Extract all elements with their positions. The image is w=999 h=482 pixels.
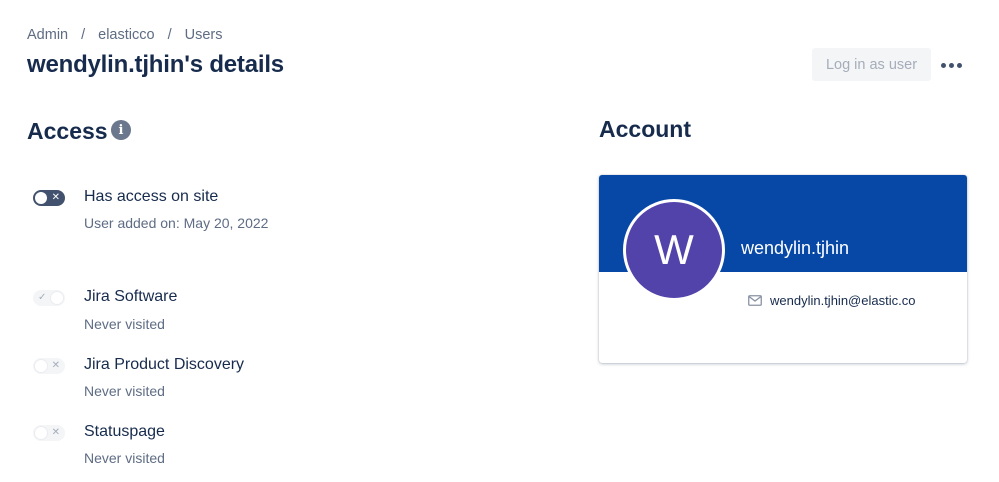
- statuspage-toggle[interactable]: ✕: [33, 425, 65, 441]
- jira-product-discovery-toggle[interactable]: ✕: [33, 358, 65, 374]
- page-title: wendylin.tjhin's details: [27, 51, 284, 78]
- mail-icon: [748, 295, 762, 306]
- statuspage-label: Statuspage: [84, 423, 165, 440]
- access-section-title: Access: [27, 118, 108, 144]
- jira-software-toggle[interactable]: ✓: [33, 290, 65, 306]
- breadcrumb-separator: /: [167, 27, 172, 43]
- has-access-on-site-label: Has access on site: [84, 188, 219, 205]
- jira-software-label: Jira Software: [84, 288, 178, 305]
- log-in-as-user-button[interactable]: Log in as user: [812, 48, 931, 81]
- avatar: W: [623, 199, 725, 301]
- close-icon: ✕: [51, 360, 60, 371]
- close-icon: ✕: [51, 192, 60, 203]
- user-added-on-text: User added on: May 20, 2022: [84, 215, 269, 231]
- jira-software-last-visited: Never visited: [84, 316, 165, 332]
- breadcrumb-users[interactable]: Users: [185, 27, 223, 43]
- breadcrumb-separator: /: [81, 27, 86, 43]
- check-icon: ✓: [38, 292, 47, 303]
- account-username: wendylin.tjhin: [741, 238, 850, 258]
- jira-product-discovery-last-visited: Never visited: [84, 383, 165, 399]
- breadcrumb-admin[interactable]: Admin: [27, 27, 68, 43]
- info-icon[interactable]: i: [111, 120, 131, 140]
- breadcrumb-elasticco[interactable]: elasticco: [98, 27, 154, 43]
- has-access-on-site-toggle[interactable]: ✕: [33, 190, 65, 206]
- more-horizontal-icon[interactable]: [936, 50, 966, 80]
- statuspage-last-visited: Never visited: [84, 450, 165, 466]
- account-card: W wendylin.tjhin wendylin.tjhin@elastic.…: [599, 175, 967, 363]
- account-email: wendylin.tjhin@elastic.co: [770, 293, 916, 308]
- breadcrumb: Admin / elasticco / Users: [27, 27, 222, 43]
- account-section-title: Account: [599, 116, 691, 142]
- close-icon: ✕: [51, 427, 60, 438]
- jira-product-discovery-label: Jira Product Discovery: [84, 356, 245, 373]
